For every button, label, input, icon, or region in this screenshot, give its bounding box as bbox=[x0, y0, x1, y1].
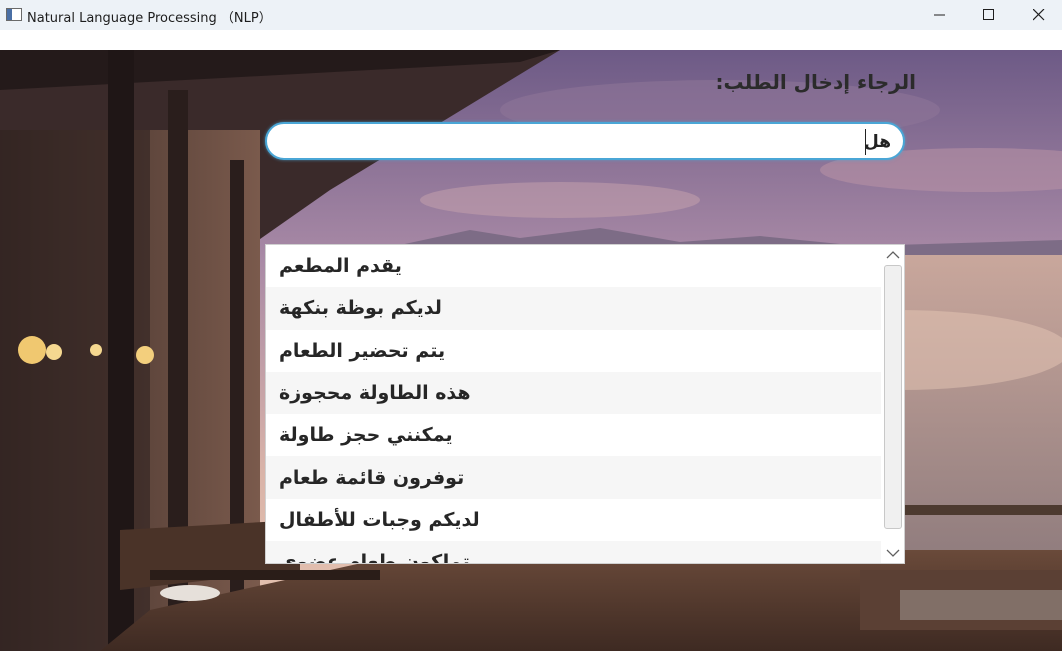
suggestion-item[interactable]: تملكون طعام عضوي bbox=[266, 541, 881, 564]
maximize-button[interactable] bbox=[966, 0, 1012, 30]
query-input[interactable]: هل bbox=[265, 122, 905, 160]
chevron-up-icon bbox=[886, 251, 900, 259]
prompt-label: الرجاء إدخال الطلب: bbox=[715, 70, 916, 94]
query-input-value: هل bbox=[864, 132, 891, 152]
suggestion-item[interactable]: يقدم المطعم bbox=[266, 245, 881, 287]
suggestion-item[interactable]: لديكم وجبات للأطفال bbox=[266, 499, 881, 541]
suggestion-text: هذه الطاولة محجوزة bbox=[279, 382, 471, 405]
app-icon bbox=[6, 8, 22, 21]
scroll-up-button[interactable] bbox=[881, 245, 904, 265]
suggestion-text: لديكم بوظة بنكهة bbox=[279, 297, 442, 320]
suggestion-dropdown[interactable]: يقدم المطعم لديكم بوظة بنكهة يتم تحضير ا… bbox=[265, 244, 905, 564]
close-icon bbox=[1033, 9, 1045, 21]
maximize-icon bbox=[983, 9, 994, 20]
suggestion-text: توفرون قائمة طعام bbox=[279, 466, 465, 489]
window-bottom-margin bbox=[0, 651, 1062, 656]
suggestion-item[interactable]: هذه الطاولة محجوزة bbox=[266, 371, 881, 415]
vertical-scrollbar[interactable] bbox=[881, 245, 904, 563]
suggestion-item[interactable]: يتم تحضير الطعام bbox=[266, 330, 881, 372]
text-caret bbox=[865, 129, 866, 155]
suggestion-list: يقدم المطعم لديكم بوظة بنكهة يتم تحضير ا… bbox=[266, 245, 881, 564]
suggestion-item[interactable]: لديكم بوظة بنكهة bbox=[266, 287, 881, 330]
window-title: Natural Language Processing （NLP） bbox=[27, 11, 272, 26]
suggestion-text: لديكم وجبات للأطفال bbox=[279, 508, 480, 531]
suggestion-text: تملكون طعام عضوي bbox=[279, 551, 470, 564]
scroll-thumb[interactable] bbox=[884, 265, 902, 529]
window-top-margin bbox=[0, 30, 1062, 50]
minimize-button[interactable] bbox=[917, 0, 963, 30]
suggestion-text: يتم تحضير الطعام bbox=[279, 339, 446, 362]
title-bar: Natural Language Processing （NLP） bbox=[0, 0, 1062, 30]
chevron-down-icon bbox=[886, 549, 900, 557]
scroll-down-button[interactable] bbox=[881, 543, 904, 563]
suggestion-text: يمكنني حجز طاولة bbox=[279, 424, 453, 447]
suggestion-item[interactable]: يمكنني حجز طاولة bbox=[266, 414, 881, 456]
suggestion-item[interactable]: توفرون قائمة طعام bbox=[266, 456, 881, 499]
suggestion-text: يقدم المطعم bbox=[279, 255, 402, 278]
minimize-icon bbox=[934, 14, 945, 16]
close-button[interactable] bbox=[1016, 0, 1062, 30]
